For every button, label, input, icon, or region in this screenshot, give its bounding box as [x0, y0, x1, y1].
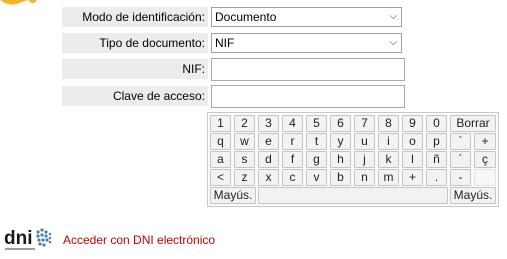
nif-label: NIF: [62, 59, 208, 79]
key-w[interactable]: w [234, 133, 255, 150]
key-c[interactable]: c [282, 169, 303, 186]
key-a[interactable]: a [210, 151, 231, 168]
key-7[interactable]: 7 [354, 115, 375, 132]
dni-electronic-link[interactable]: Acceder con DNI electrónico [63, 233, 215, 247]
key-cedilla[interactable]: ç [474, 151, 496, 168]
doctype-label: Tipo de documento: [62, 33, 208, 53]
key-5[interactable]: 5 [306, 115, 327, 132]
key-3[interactable]: 3 [258, 115, 279, 132]
nif-input[interactable] [211, 58, 405, 81]
key-s[interactable]: s [234, 151, 255, 168]
key-6[interactable]: 6 [330, 115, 351, 132]
chevron-down-icon: ⌵ [389, 37, 397, 48]
shift-right-key[interactable]: Mayús. [450, 187, 496, 204]
key-f[interactable]: f [282, 151, 303, 168]
top-logo-fragment [0, 0, 37, 5]
key-e[interactable]: e [258, 133, 279, 150]
space-key[interactable] [258, 187, 448, 204]
key-k[interactable]: k [378, 151, 399, 168]
key-period[interactable]: . [426, 169, 447, 186]
key-9[interactable]: 9 [402, 115, 423, 132]
key-blank[interactable] [474, 169, 496, 186]
key-grave[interactable]: ` [450, 133, 471, 150]
key-n[interactable]: n [354, 169, 375, 186]
key-less-than[interactable]: < [210, 169, 231, 186]
key-b[interactable]: b [330, 169, 351, 186]
mode-label: Modo de identificación: [62, 7, 208, 27]
mode-select-value: Documento [215, 10, 277, 24]
key-2[interactable]: 2 [234, 115, 255, 132]
mode-select[interactable]: Documento ⌵ [211, 7, 402, 27]
delete-key[interactable]: Borrar [450, 115, 496, 132]
key-1[interactable]: 1 [210, 115, 231, 132]
password-input[interactable] [211, 85, 405, 108]
key-p[interactable]: p [426, 133, 447, 150]
key-h[interactable]: h [330, 151, 351, 168]
key-g[interactable]: g [306, 151, 327, 168]
key-4[interactable]: 4 [282, 115, 303, 132]
key-d[interactable]: d [258, 151, 279, 168]
key-y[interactable]: y [330, 133, 351, 150]
key-minus[interactable]: - [450, 169, 471, 186]
key-t[interactable]: t [306, 133, 327, 150]
key-acute[interactable]: ´ [450, 151, 471, 168]
key-x[interactable]: x [258, 169, 279, 186]
key-m[interactable]: m [378, 169, 399, 186]
key-r[interactable]: r [282, 133, 303, 150]
key-z[interactable]: z [234, 169, 255, 186]
key-v[interactable]: v [306, 169, 327, 186]
key-plus-2[interactable]: + [402, 169, 423, 186]
key-enye[interactable]: ñ [426, 151, 447, 168]
key-0[interactable]: 0 [426, 115, 447, 132]
key-q[interactable]: q [210, 133, 231, 150]
chevron-down-icon: ⌵ [389, 11, 397, 22]
key-u[interactable]: u [354, 133, 375, 150]
shift-left-key[interactable]: Mayús. [210, 187, 256, 204]
key-o[interactable]: o [402, 133, 423, 150]
key-j[interactable]: j [354, 151, 375, 168]
password-label: Clave de acceso: [62, 86, 208, 106]
dni-logo-text: dni [4, 228, 33, 249]
key-l[interactable]: l [402, 151, 423, 168]
doctype-select-value: NIF [215, 36, 235, 50]
key-8[interactable]: 8 [378, 115, 399, 132]
doctype-select[interactable]: NIF ⌵ [211, 33, 402, 53]
key-i[interactable]: i [378, 133, 399, 150]
dni-logo-icon: dni [4, 228, 52, 250]
key-plus[interactable]: + [474, 133, 496, 150]
